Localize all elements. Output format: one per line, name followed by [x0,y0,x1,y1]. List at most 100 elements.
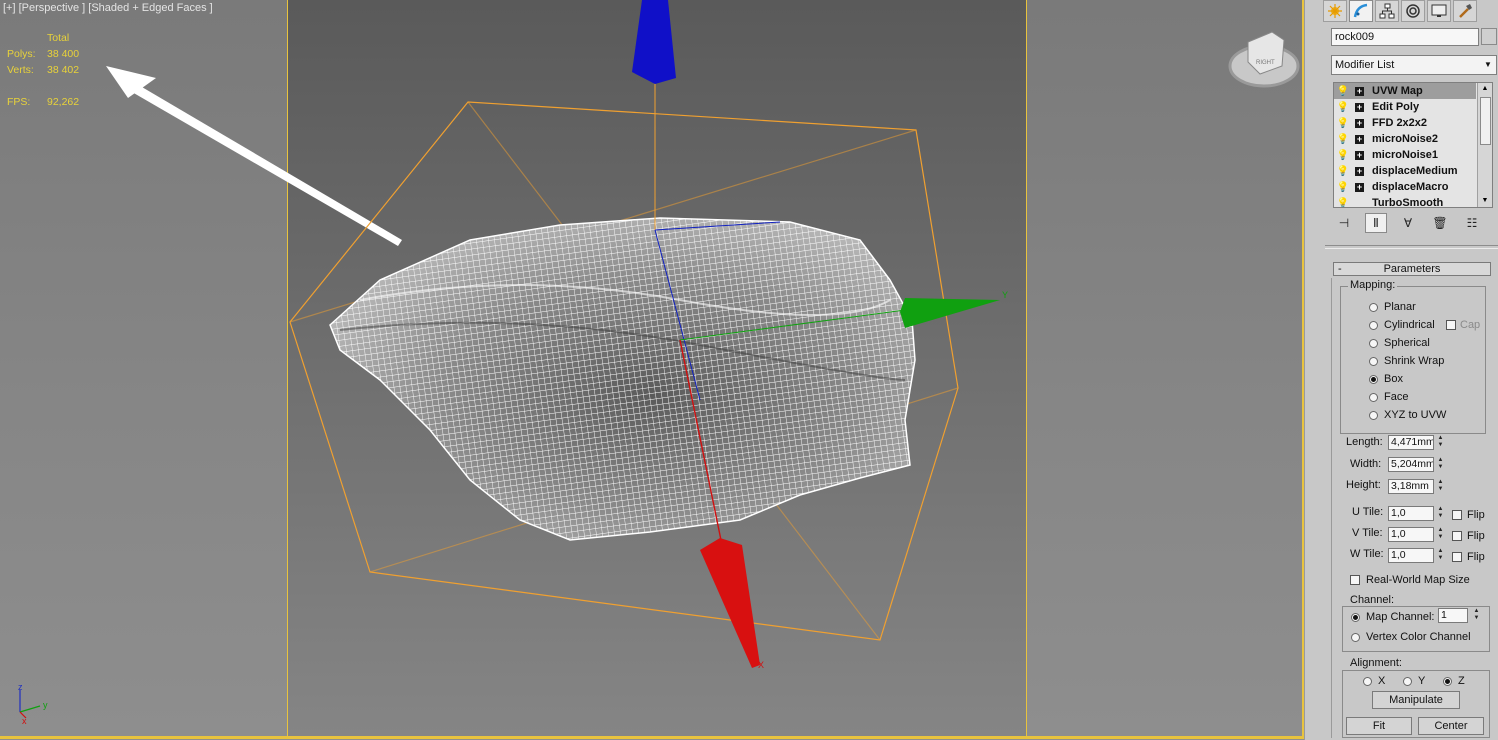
lightbulb-icon[interactable]: 💡 [1337,86,1349,97]
hierarchy-tab[interactable] [1375,0,1399,22]
motion-tab[interactable] [1401,0,1425,22]
v-flip-checkbox[interactable] [1452,531,1462,541]
expand-plus-icon[interactable]: + [1355,150,1364,160]
modify-tab[interactable] [1349,0,1373,22]
lightbulb-icon[interactable]: 💡 [1337,118,1349,129]
modifier-stack: 💡 + UVW Map 💡 + Edit Poly 💡 + FFD 2x2x2 💡 + micr… [1333,82,1493,208]
w-tile-spinner-icon[interactable]: ▲ ▼ [1436,548,1445,563]
lightbulb-icon[interactable]: 💡 [1337,134,1349,145]
w-tile-field[interactable]: 1,0 [1388,548,1434,563]
radio-box[interactable] [1369,375,1378,384]
label-w-tile: W Tile: [1350,548,1384,560]
alignment-title: Alignment: [1348,657,1404,669]
label-align-y: Y [1418,675,1426,687]
perspective-viewport[interactable]: Y X RIGHT z y x [+] [Perspective ] [Shad… [0,0,1304,740]
create-tab[interactable] [1323,0,1347,22]
object-name-field[interactable]: rock009 [1331,28,1479,46]
motion-tab-icon [1406,4,1420,18]
stack-item-displace-macro[interactable]: 💡 + displaceMacro [1334,179,1476,195]
length-field[interactable]: 4,471mm [1388,435,1434,450]
u-tile-spinner-icon[interactable]: ▲ ▼ [1436,506,1445,521]
stack-toolbar: ⊣ Ⅱ ∀ 🗑 ☷ [1333,212,1483,234]
u-tile-field[interactable]: 1,0 [1388,506,1434,521]
lightbulb-icon[interactable]: 💡 [1337,198,1349,208]
viewport-label[interactable]: [+] [Perspective ] [Shaded + Edged Faces… [3,2,213,14]
object-color-swatch[interactable] [1481,28,1497,45]
map-channel-spinner-icon[interactable]: ▲ ▼ [1472,608,1481,623]
svg-text:z: z [18,682,23,692]
stats-verts-label: Verts: [7,64,34,76]
stack-item-micronoise1[interactable]: 💡 + microNoise1 [1334,147,1476,163]
radio-vertex-color-channel[interactable] [1351,633,1360,642]
pin-stack-button[interactable]: ⊣ [1333,213,1355,233]
label-map-channel: Map Channel: [1366,611,1435,623]
stack-item-turbosmooth[interactable]: 💡 TurboSmooth [1334,195,1476,208]
u-flip-checkbox[interactable] [1452,510,1462,520]
remove-modifier-button[interactable]: 🗑 [1429,213,1451,233]
radio-cylindrical[interactable] [1369,321,1378,330]
expand-plus-icon[interactable]: + [1355,118,1364,128]
radio-planar[interactable] [1369,303,1378,312]
stack-item-displace-medium[interactable]: 💡 + displaceMedium [1334,163,1476,179]
lightbulb-icon[interactable]: 💡 [1337,102,1349,113]
radio-align-y[interactable] [1403,677,1412,686]
command-panel-tabs [1323,0,1477,22]
length-spinner-icon[interactable]: ▲ ▼ [1436,435,1445,450]
cap-checkbox[interactable] [1446,320,1456,330]
label-v-tile: V Tile: [1352,527,1383,539]
remove-modifier-icon: 🗑 [1432,216,1448,230]
gizmo-y-label: Y [1002,290,1008,300]
radio-face[interactable] [1369,393,1378,402]
stack-scrollbar[interactable]: ▲ ▼ [1477,83,1492,207]
parameters-rollout-header[interactable]: - Parameters [1333,262,1491,276]
lightbulb-icon[interactable]: 💡 [1337,182,1349,193]
modifier-list-dropdown[interactable]: Modifier List ▼ [1331,55,1497,75]
v-tile-field[interactable]: 1,0 [1388,527,1434,542]
center-button[interactable]: Center [1418,717,1484,735]
stack-item-micronoise2[interactable]: 💡 + microNoise2 [1334,131,1476,147]
parameters-title: Parameters [1383,263,1441,275]
expand-plus-icon[interactable]: + [1355,102,1364,112]
label-w-flip: Flip [1467,551,1485,563]
width-spinner-icon[interactable]: ▲ ▼ [1436,457,1445,472]
expand-plus-icon[interactable]: + [1355,86,1364,96]
radio-shrink-wrap[interactable] [1369,357,1378,366]
fit-button[interactable]: Fit [1346,717,1412,735]
map-channel-field[interactable]: 1 [1438,608,1468,623]
lightbulb-icon[interactable]: 💡 [1337,166,1349,177]
svg-text:y: y [43,700,48,710]
manipulate-button[interactable]: Manipulate [1372,691,1460,709]
w-flip-checkbox[interactable] [1452,552,1462,562]
collapse-minus-icon: - [1338,263,1342,275]
viewcube[interactable]: RIGHT [1228,31,1300,88]
make-unique-button[interactable]: ∀ [1397,213,1419,233]
height-spinner-icon[interactable]: ▲ ▼ [1436,479,1445,494]
radio-align-x[interactable] [1363,677,1372,686]
show-end-result-button[interactable]: Ⅱ [1365,213,1387,233]
scroll-thumb[interactable] [1480,97,1491,145]
stack-item-ffd[interactable]: 💡 + FFD 2x2x2 [1334,115,1476,131]
radio-align-z[interactable] [1443,677,1452,686]
radio-xyz-to-uvw[interactable] [1369,411,1378,420]
real-world-map-size-checkbox[interactable] [1350,575,1360,585]
stack-item-edit-poly[interactable]: 💡 + Edit Poly [1334,99,1476,115]
lightbulb-icon[interactable]: 💡 [1337,150,1349,161]
expand-plus-icon[interactable]: + [1355,134,1364,144]
y-axis-cone [900,298,1000,328]
scroll-up-icon[interactable]: ▲ [1478,83,1492,95]
utilities-tab[interactable] [1453,0,1477,22]
v-tile-spinner-icon[interactable]: ▲ ▼ [1436,527,1445,542]
label-u-flip: Flip [1467,509,1485,521]
width-field[interactable]: 5,204mm [1388,457,1434,472]
stats-polys-value: 38 400 [47,48,80,60]
label-height: Height: [1346,479,1381,491]
radio-map-channel[interactable] [1351,613,1360,622]
scroll-down-icon[interactable]: ▼ [1478,195,1492,207]
configure-sets-button[interactable]: ☷ [1461,213,1483,233]
expand-plus-icon[interactable]: + [1355,182,1364,192]
expand-plus-icon[interactable]: + [1355,166,1364,176]
radio-spherical[interactable] [1369,339,1378,348]
display-tab[interactable] [1427,0,1451,22]
height-field[interactable]: 3,18mm [1388,479,1434,494]
stack-item-uvw-map[interactable]: 💡 + UVW Map [1334,83,1476,99]
